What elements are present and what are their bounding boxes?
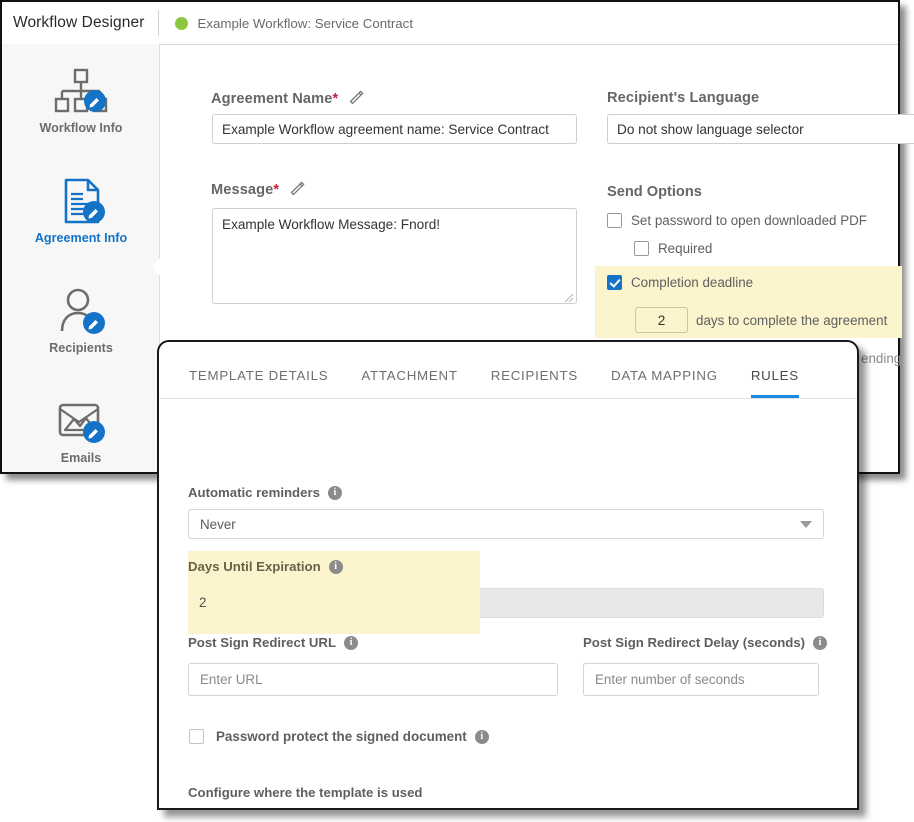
- info-icon[interactable]: i: [344, 635, 359, 650]
- dialog-tabbar: TEMPLATE DETAILS ATTACHMENT RECIPIENTS D…: [159, 342, 857, 399]
- edit-pencil-icon[interactable]: [348, 90, 365, 107]
- info-icon[interactable]: i: [328, 559, 343, 574]
- post-sign-redirect-delay-label-text: Post Sign Redirect Delay (seconds): [583, 635, 806, 650]
- tab-template-details[interactable]: TEMPLATE DETAILS: [189, 368, 328, 398]
- required-asterisk: *: [273, 181, 280, 198]
- message-label-text: Message: [211, 181, 274, 198]
- sidebar-item-label: Workflow Info: [39, 121, 123, 135]
- tab-recipients[interactable]: RECIPIENTS: [491, 368, 578, 398]
- completion-deadline-checkbox[interactable]: [607, 275, 622, 290]
- agreement-name-label-text: Agreement Name: [211, 90, 333, 107]
- agreement-name-input[interactable]: Example Workflow agreement name: Service…: [212, 114, 577, 144]
- automatic-reminders-select[interactable]: Never: [188, 509, 824, 539]
- completion-deadline-row[interactable]: Completion deadline: [607, 275, 753, 290]
- send-options-heading: Send Options: [607, 184, 702, 200]
- recipient-language-label: Recipient's Language: [607, 90, 759, 106]
- deadline-days-suffix: days to complete the agreement: [696, 313, 888, 328]
- info-icon[interactable]: i: [327, 485, 342, 500]
- navigation-rail: Workflow Info Agreement Info Recipients …: [2, 44, 162, 472]
- workflow-name-label: Example Workflow: Service Contract: [197, 15, 414, 31]
- days-until-expiration-label-text: Days Until Expiration: [188, 559, 321, 574]
- completion-deadline-label: Completion deadline: [631, 275, 754, 290]
- post-sign-redirect-delay-placeholder: Enter number of seconds: [595, 672, 745, 687]
- message-textarea[interactable]: Example Workflow Message: Fnord!: [212, 208, 577, 304]
- post-sign-redirect-delay-label: Post Sign Redirect Delay (seconds) i: [583, 635, 828, 650]
- resize-grip-icon[interactable]: [564, 291, 574, 303]
- recipient-language-value: Do not show language selector: [617, 121, 804, 137]
- deadline-days-value: 2: [657, 312, 666, 328]
- info-icon[interactable]: i: [813, 635, 828, 650]
- post-sign-redirect-url-placeholder: Enter URL: [200, 672, 263, 687]
- workflow-status-dot: [175, 16, 189, 30]
- post-sign-redirect-url-input[interactable]: Enter URL: [188, 663, 558, 696]
- recipient-language-select[interactable]: Do not show language selector: [607, 114, 914, 144]
- automatic-reminders-label-text: Automatic reminders: [188, 485, 320, 500]
- message-value: Example Workflow Message: Fnord!: [222, 217, 441, 232]
- chevron-down-icon[interactable]: [800, 520, 812, 528]
- password-protect-label: Password protect the signed document: [216, 729, 467, 744]
- agreement-name-value: Example Workflow agreement name: Service…: [222, 121, 549, 137]
- automatic-reminders-label: Automatic reminders i: [188, 485, 342, 500]
- edit-pencil-icon[interactable]: [289, 181, 306, 198]
- required-checkbox[interactable]: [634, 241, 649, 256]
- agreement-name-label: Agreement Name *: [211, 90, 365, 107]
- recipient-language-label-text: Recipient's Language: [607, 90, 760, 106]
- deadline-days-input[interactable]: 2: [635, 307, 688, 333]
- set-password-pdf-label: Set password to open downloaded PDF: [631, 213, 867, 228]
- message-label: Message *: [211, 181, 306, 198]
- sidebar-item-agreement-info[interactable]: Agreement Info: [2, 176, 160, 245]
- post-sign-redirect-url-label-text: Post Sign Redirect URL: [188, 635, 337, 650]
- titlebar-divider: [158, 10, 160, 36]
- sidebar-item-workflow-info[interactable]: Workflow Info: [2, 66, 160, 135]
- info-icon[interactable]: i: [474, 729, 489, 744]
- screenshot-root: Workflow Designer Example Workflow: Serv…: [0, 0, 914, 822]
- sidebar-item-label: Recipients: [49, 341, 113, 355]
- days-until-expiration-label: Days Until Expiration i: [188, 559, 343, 574]
- automatic-reminders-value: Never: [200, 516, 236, 532]
- tab-rules[interactable]: RULES: [750, 368, 799, 398]
- sidebar-item-recipients[interactable]: Recipients: [2, 286, 160, 355]
- clipped-pending-text: ending: [861, 351, 902, 366]
- required-row[interactable]: Required: [634, 241, 712, 256]
- sidebar-item-emails[interactable]: Emails: [2, 396, 160, 465]
- app-titlebar: Workflow Designer Example Workflow: Serv…: [2, 2, 898, 45]
- post-sign-redirect-delay-input[interactable]: Enter number of seconds: [583, 663, 819, 696]
- days-until-expiration-value[interactable]: 2: [199, 595, 206, 610]
- tab-data-mapping[interactable]: DATA MAPPING: [611, 368, 718, 398]
- configure-template-heading: Configure where the template is used: [188, 785, 423, 800]
- required-asterisk: *: [332, 90, 339, 107]
- set-password-pdf-row[interactable]: Set password to open downloaded PDF: [607, 213, 867, 228]
- user-edit-icon: [2, 286, 160, 338]
- required-label: Required: [658, 241, 713, 256]
- document-edit-icon: [2, 176, 160, 228]
- password-protect-checkbox[interactable]: [189, 729, 204, 744]
- sidebar-item-label: Agreement Info: [34, 231, 128, 245]
- post-sign-redirect-url-label: Post Sign Redirect URL i: [188, 635, 359, 650]
- template-rules-dialog: TEMPLATE DETAILS ATTACHMENT RECIPIENTS D…: [157, 340, 859, 810]
- sidebar-item-label: Emails: [60, 451, 102, 465]
- email-image-edit-icon: [2, 396, 160, 448]
- set-password-pdf-checkbox[interactable]: [607, 213, 622, 228]
- app-title: Workflow Designer: [13, 14, 145, 31]
- sitemap-edit-icon: [2, 66, 160, 118]
- tab-attachment[interactable]: ATTACHMENT: [361, 368, 457, 398]
- password-protect-row[interactable]: Password protect the signed document i: [189, 729, 489, 744]
